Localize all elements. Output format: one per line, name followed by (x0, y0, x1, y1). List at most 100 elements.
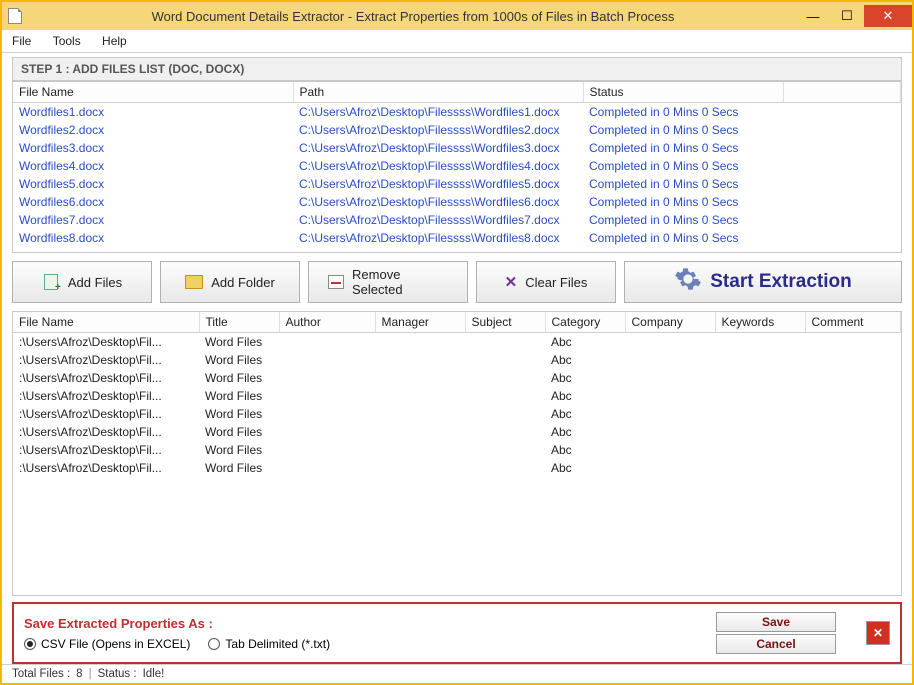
status-total-label: Total Files : (12, 668, 70, 680)
start-extraction-button[interactable]: Start Extraction (624, 261, 902, 303)
cell-author (279, 441, 375, 459)
cell-company (625, 405, 715, 423)
cell-spacer (783, 193, 901, 211)
cell-manager (375, 441, 465, 459)
cell-subject (465, 459, 545, 477)
cell-comment (805, 333, 901, 352)
cell-comment (805, 405, 901, 423)
cell-status: Completed in 0 Mins 0 Secs (583, 103, 783, 122)
table-row[interactable]: Wordfiles4.docxC:\Users\Afroz\Desktop\Fi… (13, 157, 901, 175)
table-row[interactable]: :\Users\Afroz\Desktop\Fil...Word FilesAb… (13, 459, 901, 477)
table-row[interactable]: Wordfiles7.docxC:\Users\Afroz\Desktop\Fi… (13, 211, 901, 229)
table-row[interactable]: :\Users\Afroz\Desktop\Fil...Word FilesAb… (13, 387, 901, 405)
maximize-button[interactable]: ☐ (830, 5, 864, 27)
add-files-label: Add Files (68, 275, 122, 290)
cell-filename: :\Users\Afroz\Desktop\Fil... (13, 423, 199, 441)
cell-category: Abc (545, 387, 625, 405)
cell-spacer (783, 229, 901, 247)
col2-comment[interactable]: Comment (805, 312, 901, 333)
cancel-button[interactable]: Cancel (716, 634, 836, 654)
cell-title: Word Files (199, 441, 279, 459)
cell-filename: Wordfiles3.docx (13, 139, 293, 157)
col-filename[interactable]: File Name (13, 82, 293, 103)
status-sep: | (89, 668, 92, 680)
cell-spacer (783, 211, 901, 229)
table-row[interactable]: :\Users\Afroz\Desktop\Fil...Word FilesAb… (13, 351, 901, 369)
cell-company (625, 387, 715, 405)
cell-category: Abc (545, 459, 625, 477)
cell-filename: Wordfiles6.docx (13, 193, 293, 211)
col2-subject[interactable]: Subject (465, 312, 545, 333)
col-status[interactable]: Status (583, 82, 783, 103)
remove-icon (327, 273, 344, 291)
add-folder-button[interactable]: Add Folder (160, 261, 300, 303)
table-row[interactable]: Wordfiles1.docxC:\Users\Afroz\Desktop\Fi… (13, 103, 901, 122)
menu-file[interactable]: File (12, 34, 31, 48)
col2-keywords[interactable]: Keywords (715, 312, 805, 333)
table-row[interactable]: Wordfiles3.docxC:\Users\Afroz\Desktop\Fi… (13, 139, 901, 157)
col-path[interactable]: Path (293, 82, 583, 103)
window-title: Word Document Details Extractor - Extrac… (30, 9, 796, 24)
cell-filename: Wordfiles2.docx (13, 121, 293, 139)
cell-category: Abc (545, 333, 625, 352)
close-panel-button[interactable]: ✕ (866, 621, 890, 645)
table-row[interactable]: Wordfiles8.docxC:\Users\Afroz\Desktop\Fi… (13, 229, 901, 247)
cell-keywords (715, 333, 805, 352)
cell-keywords (715, 369, 805, 387)
cell-manager (375, 369, 465, 387)
cell-filename: :\Users\Afroz\Desktop\Fil... (13, 459, 199, 477)
app-icon (8, 8, 22, 24)
cell-status: Completed in 0 Mins 0 Secs (583, 157, 783, 175)
menu-tools[interactable]: Tools (53, 34, 81, 48)
cell-author (279, 459, 375, 477)
cell-status: Completed in 0 Mins 0 Secs (583, 211, 783, 229)
cell-company (625, 351, 715, 369)
table-row[interactable]: :\Users\Afroz\Desktop\Fil...Word FilesAb… (13, 333, 901, 352)
remove-selected-button[interactable]: Remove Selected (308, 261, 468, 303)
clear-files-label: Clear Files (525, 275, 587, 290)
cell-filename: :\Users\Afroz\Desktop\Fil... (13, 387, 199, 405)
cell-manager (375, 459, 465, 477)
minimize-button[interactable]: — (796, 5, 830, 27)
cell-company (625, 369, 715, 387)
remove-selected-label: Remove Selected (352, 267, 449, 297)
table-row[interactable]: Wordfiles6.docxC:\Users\Afroz\Desktop\Fi… (13, 193, 901, 211)
radio-tab[interactable]: Tab Delimited (*.txt) (208, 637, 330, 651)
col-spacer (783, 82, 901, 103)
cell-comment (805, 459, 901, 477)
status-label: Status : (98, 668, 137, 680)
radio-csv[interactable]: CSV File (Opens in EXCEL) (24, 637, 190, 651)
col2-author[interactable]: Author (279, 312, 375, 333)
cell-spacer (783, 157, 901, 175)
table-row[interactable]: :\Users\Afroz\Desktop\Fil...Word FilesAb… (13, 441, 901, 459)
cell-title: Word Files (199, 369, 279, 387)
add-files-button[interactable]: Add Files (12, 261, 152, 303)
close-button[interactable]: ✕ (864, 5, 912, 27)
save-button[interactable]: Save (716, 612, 836, 632)
cell-company (625, 459, 715, 477)
table-row[interactable]: Wordfiles2.docxC:\Users\Afroz\Desktop\Fi… (13, 121, 901, 139)
cell-status: Completed in 0 Mins 0 Secs (583, 121, 783, 139)
radio-icon (24, 638, 36, 650)
start-extraction-label: Start Extraction (710, 271, 851, 293)
cell-comment (805, 351, 901, 369)
table-row[interactable]: :\Users\Afroz\Desktop\Fil...Word FilesAb… (13, 423, 901, 441)
col2-company[interactable]: Company (625, 312, 715, 333)
cell-subject (465, 369, 545, 387)
app-window: Word Document Details Extractor - Extrac… (0, 0, 914, 685)
clear-files-button[interactable]: ✕ Clear Files (476, 261, 616, 303)
col2-filename[interactable]: File Name (13, 312, 199, 333)
table-row[interactable]: :\Users\Afroz\Desktop\Fil...Word FilesAb… (13, 405, 901, 423)
cell-filename: Wordfiles7.docx (13, 211, 293, 229)
cell-path: C:\Users\Afroz\Desktop\Filessss\Wordfile… (293, 103, 583, 122)
col2-category[interactable]: Category (545, 312, 625, 333)
table-row[interactable]: Wordfiles5.docxC:\Users\Afroz\Desktop\Fi… (13, 175, 901, 193)
cell-company (625, 441, 715, 459)
col2-manager[interactable]: Manager (375, 312, 465, 333)
menubar: File Tools Help (2, 30, 912, 53)
menu-help[interactable]: Help (102, 34, 127, 48)
col2-title[interactable]: Title (199, 312, 279, 333)
properties-table: File Name Title Author Manager Subject C… (12, 311, 902, 596)
table-row[interactable]: :\Users\Afroz\Desktop\Fil...Word FilesAb… (13, 369, 901, 387)
cell-category: Abc (545, 441, 625, 459)
